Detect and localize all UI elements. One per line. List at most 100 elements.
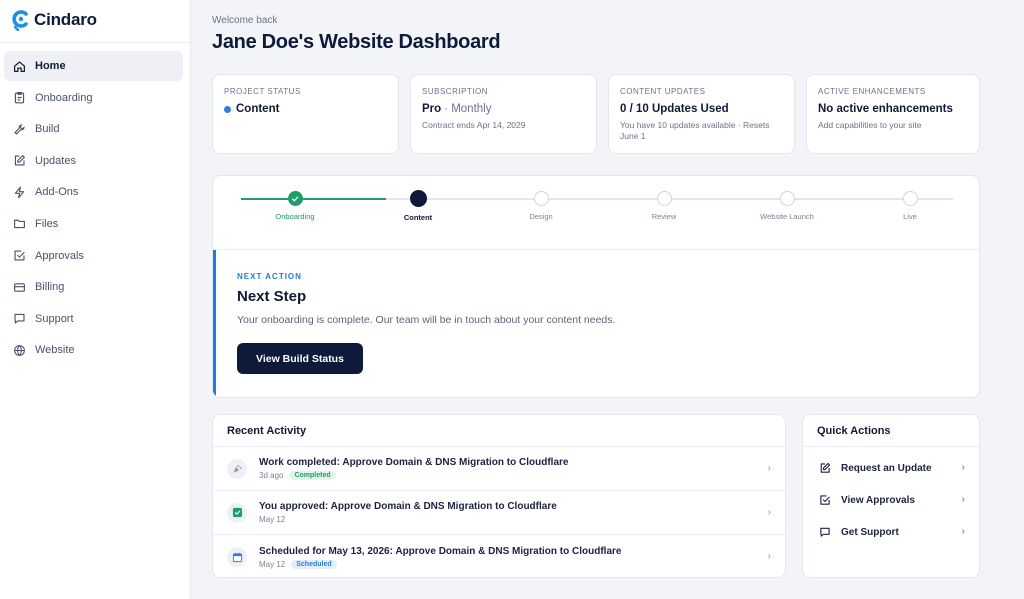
quick-action-label: Get Support <box>841 526 899 538</box>
subscription-plan: Pro <box>422 103 442 115</box>
sidebar-item-approvals[interactable]: Approvals <box>4 241 183 271</box>
view-approvals-button[interactable]: View Approvals › <box>803 484 979 516</box>
sidebar-item-label: Build <box>35 123 60 136</box>
sidebar-item-billing[interactable]: Billing <box>4 272 183 302</box>
chevron-right-icon: › <box>961 526 965 537</box>
project-status-card: PROJECT STATUS Content <box>212 74 399 154</box>
quick-action-label: View Approvals <box>841 494 915 506</box>
view-build-status-button[interactable]: View Build Status <box>237 343 363 374</box>
next-action-title: Next Step <box>237 288 307 305</box>
sidebar-item-label: Billing <box>35 281 65 294</box>
calendar-icon <box>227 547 247 567</box>
edit-icon <box>820 462 831 473</box>
sidebar-item-label: Home <box>35 60 66 72</box>
step-circle <box>533 191 549 206</box>
chevron-right-icon: › <box>767 551 771 562</box>
sidebar-item-support[interactable]: Support <box>4 304 183 334</box>
sidebar-item-updates[interactable]: Updates <box>4 146 183 176</box>
quick-actions-card: Quick Actions Request an Update › View A… <box>802 414 980 578</box>
sidebar-item-files[interactable]: Files <box>4 209 183 239</box>
step-live[interactable]: Live <box>860 191 960 221</box>
party-icon <box>227 458 247 479</box>
credit-card-icon <box>14 282 25 292</box>
activity-title: You approved: Approve Domain & DNS Migra… <box>259 501 557 512</box>
folder-icon <box>14 220 25 229</box>
sidebar-item-label: Files <box>35 217 59 230</box>
clipboard-icon <box>14 92 25 104</box>
stat-subtext: You have 10 updates available · Resets J… <box>620 120 770 141</box>
sidebar-item-label: Approvals <box>35 249 84 262</box>
recent-activity-card: Recent Activity Work completed: Approve … <box>212 414 786 578</box>
sidebar-item-home[interactable]: Home <box>4 51 183 81</box>
next-action-description: Your onboarding is complete. Our team wi… <box>237 314 616 326</box>
activity-item[interactable]: You approved: Approve Domain & DNS Migra… <box>213 491 785 535</box>
stat-value: No active enhancements <box>818 103 953 115</box>
step-circle <box>287 191 303 206</box>
activity-time: May 12 <box>259 515 286 524</box>
sidebar-item-label: Support <box>35 312 74 325</box>
chat-icon <box>14 314 25 324</box>
stat-value: Content <box>224 103 387 115</box>
check-square-icon <box>820 495 830 505</box>
step-label: Content <box>403 213 433 222</box>
stat-subtext: Add capabilities to your site <box>818 120 922 130</box>
next-action-kicker: NEXT ACTION <box>237 272 302 281</box>
logo[interactable]: Cindaro <box>12 8 97 32</box>
sidebar-item-onboarding[interactable]: Onboarding <box>4 83 183 113</box>
project-status-value: Content <box>236 103 280 115</box>
status-dot-icon <box>224 105 231 113</box>
divider <box>213 249 979 250</box>
get-support-button[interactable]: Get Support › <box>803 516 979 548</box>
content-updates-card: CONTENT UPDATES 0 / 10 Updates Used You … <box>608 74 795 154</box>
sidebar-item-label: Onboarding <box>35 91 93 104</box>
step-website-launch[interactable]: Website Launch <box>737 191 837 221</box>
stat-label: ACTIVE ENHANCEMENTS <box>818 87 926 96</box>
status-badge: Scheduled <box>291 559 337 569</box>
stat-subtext: Contract ends Apr 14, 2029 <box>422 120 526 130</box>
home-icon <box>14 60 25 72</box>
chat-icon <box>820 527 830 537</box>
step-label: Onboarding <box>275 212 315 221</box>
activity-time: 3d ago <box>259 471 284 480</box>
wrench-icon <box>14 124 25 135</box>
step-review[interactable]: Review <box>614 191 714 221</box>
stat-value: 0 / 10 Updates Used <box>620 103 729 115</box>
check-icon <box>227 502 247 523</box>
welcome-text: Welcome back <box>212 15 278 26</box>
step-circle <box>656 191 672 206</box>
step-circle <box>409 190 427 207</box>
sidebar-item-add-ons[interactable]: Add-Ons <box>4 177 183 207</box>
step-content[interactable]: Content <box>368 190 468 222</box>
chevron-right-icon: › <box>767 463 771 474</box>
sidebar-item-build[interactable]: Build <box>4 114 183 144</box>
stat-label: PROJECT STATUS <box>224 87 301 96</box>
chevron-right-icon: › <box>767 507 771 518</box>
activity-item[interactable]: Work completed: Approve Domain & DNS Mig… <box>213 447 785 491</box>
divider <box>0 42 190 43</box>
step-label: Review <box>651 212 677 221</box>
sidebar-item-label: Website <box>35 344 75 357</box>
app-name: Cindaro <box>34 10 97 29</box>
recent-activity-title: Recent Activity <box>213 415 785 447</box>
quick-actions-title: Quick Actions <box>803 415 979 447</box>
activity-item[interactable]: Scheduled for May 13, 2026: Approve Doma… <box>213 535 785 577</box>
activity-meta: May 12 Scheduled <box>259 559 621 569</box>
page-title: Jane Doe's Website Dashboard <box>212 31 501 53</box>
activity-time: May 12 <box>259 559 286 569</box>
checkmark-icon <box>291 196 299 202</box>
status-badge: Completed <box>289 471 336 480</box>
check-square-icon <box>14 250 25 261</box>
step-circle <box>779 191 795 206</box>
step-onboarding[interactable]: Onboarding <box>245 191 345 221</box>
activity-text: Scheduled for May 13, 2026: Approve Doma… <box>259 546 621 569</box>
request-update-button[interactable]: Request an Update › <box>803 452 979 484</box>
enhancements-card: ACTIVE ENHANCEMENTS No active enhancemen… <box>806 74 980 154</box>
step-label: Website Launch <box>760 212 814 221</box>
sidebar-item-website[interactable]: Website <box>4 335 183 365</box>
step-label: Live <box>903 212 917 221</box>
activity-title: Work completed: Approve Domain & DNS Mig… <box>259 457 569 468</box>
bolt-icon <box>14 186 25 199</box>
chevron-right-icon: › <box>961 462 965 473</box>
step-design[interactable]: Design <box>491 191 591 221</box>
activity-title: Scheduled for May 13, 2026: Approve Doma… <box>259 545 622 557</box>
